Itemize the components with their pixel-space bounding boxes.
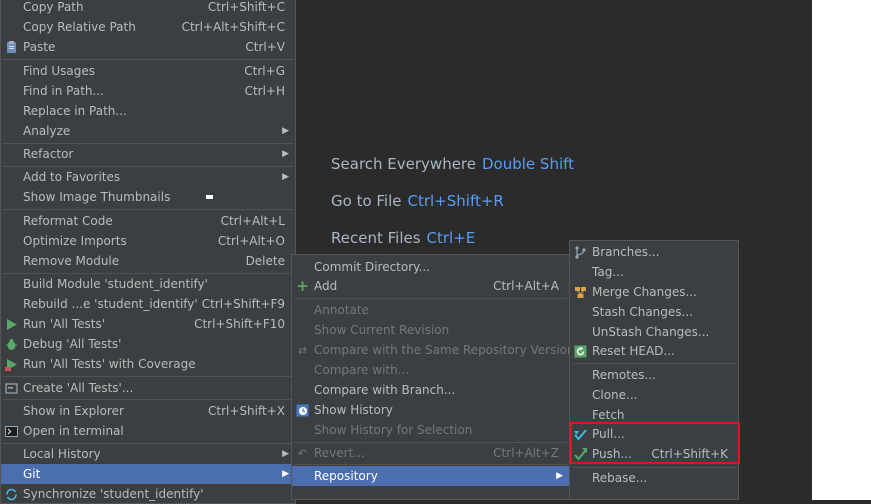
- test-config-icon: [5, 382, 18, 395]
- menu-item-rebase[interactable]: Rebase...: [570, 468, 738, 488]
- menu-item-annotate[interactable]: Annotate: [292, 300, 569, 320]
- menu-item-clone[interactable]: Clone...: [570, 385, 738, 405]
- sync-icon: [5, 488, 18, 501]
- menu-item-analyze[interactable]: Analyze ▶: [1, 121, 295, 141]
- hint-label: Recent Files: [331, 229, 421, 247]
- menu-item-build-module[interactable]: Build Module 'student_identify': [1, 274, 295, 294]
- menu-item-branches[interactable]: Branches...: [570, 242, 738, 262]
- menu-item-remove-module[interactable]: Remove Module Delete: [1, 251, 295, 271]
- submenu-arrow-icon: ▶: [282, 172, 289, 182]
- menu-item-open-in-terminal[interactable]: Open in terminal: [1, 421, 295, 441]
- git-submenu: Commit Directory... + Add Ctrl+Alt+A Anno…: [291, 254, 575, 500]
- branch-icon: [574, 246, 587, 259]
- terminal-icon: [5, 425, 18, 438]
- coverage-icon: [5, 358, 18, 371]
- hint-label: Go to File: [331, 192, 402, 210]
- cursor-marker-icon: [206, 195, 213, 199]
- menu-item-remotes[interactable]: Remotes...: [570, 365, 738, 385]
- compare-arrows-icon: ⇄: [297, 344, 308, 357]
- menu-item-create-all-tests[interactable]: Create 'All Tests'...: [1, 378, 295, 398]
- menu-item-refactor[interactable]: Refactor ▶: [1, 144, 295, 164]
- menu-item-merge-changes[interactable]: Merge Changes...: [570, 282, 738, 302]
- project-context-menu: Copy Path Ctrl+Shift+C Copy Relative Path…: [0, 0, 296, 504]
- menu-item-stash-changes[interactable]: Stash Changes...: [570, 302, 738, 322]
- menu-separator: [3, 59, 293, 60]
- menu-item-add-to-favorites[interactable]: Add to Favorites ▶: [1, 167, 295, 187]
- submenu-arrow-icon: ▶: [282, 149, 289, 159]
- menu-separator: [3, 376, 293, 377]
- menu-item-run-with-coverage[interactable]: Run 'All Tests' with Coverage: [1, 354, 295, 374]
- window-edge: [812, 0, 871, 500]
- menu-item-show-image-thumbnails[interactable]: Show Image Thumbnails: [1, 187, 295, 207]
- menu-item-local-history[interactable]: Local History ▶: [1, 444, 295, 464]
- menu-item-commit-directory[interactable]: Commit Directory...: [292, 257, 569, 277]
- menu-item-show-history-selection[interactable]: Show History for Selection: [292, 420, 569, 440]
- menu-item-show-current-revision[interactable]: Show Current Revision: [292, 320, 569, 340]
- submenu-arrow-icon: ▶: [556, 471, 563, 481]
- menu-separator: [572, 363, 736, 364]
- submenu-arrow-icon: ▶: [282, 126, 289, 136]
- menu-item-compare-with[interactable]: Compare with...: [292, 360, 569, 380]
- submenu-arrow-icon: ▶: [282, 449, 289, 459]
- menu-item-run-all-tests[interactable]: Run 'All Tests' Ctrl+Shift+F10: [1, 314, 295, 334]
- menu-item-repository[interactable]: Repository ▶: [292, 466, 569, 486]
- menu-separator: [294, 464, 567, 465]
- menu-item-optimize-imports[interactable]: Optimize Imports Ctrl+Alt+O: [1, 231, 295, 251]
- menu-item-reformat-code[interactable]: Reformat Code Ctrl+Alt+L: [1, 211, 295, 231]
- menu-item-revert[interactable]: ↶ Revert... Ctrl+Alt+Z: [292, 443, 569, 463]
- debug-bug-icon: [5, 338, 18, 351]
- hint-key: Double Shift: [482, 155, 575, 173]
- menu-separator: [294, 298, 567, 299]
- menu-item-compare-same-repo-version[interactable]: ⇄ Compare with the Same Repository Versi…: [292, 340, 575, 360]
- hint-key: Ctrl+Shift+R: [407, 192, 504, 210]
- hint-key: Ctrl+E: [426, 229, 476, 247]
- menu-item-find-in-path[interactable]: Find in Path... Ctrl+H: [1, 81, 295, 101]
- menu-item-synchronize[interactable]: Synchronize 'student_identify': [1, 484, 295, 504]
- menu-item-reset-head[interactable]: Reset HEAD...: [570, 341, 738, 361]
- menu-item-rebuild-module[interactable]: Rebuild ...e 'student_identify' Ctrl+Shif…: [1, 294, 295, 314]
- hint-label: Search Everywhere: [331, 155, 476, 173]
- merge-icon: [574, 286, 587, 299]
- submenu-arrow-icon: ▶: [282, 469, 289, 479]
- menu-separator: [3, 399, 293, 400]
- run-icon: [5, 318, 18, 331]
- menu-item-replace-in-path[interactable]: Replace in Path...: [1, 101, 295, 121]
- menu-separator: [3, 209, 293, 210]
- menu-item-git[interactable]: Git ▶: [1, 464, 295, 484]
- menu-item-tag[interactable]: Tag...: [570, 262, 738, 282]
- hint-recent-files: Recent Files Ctrl+E: [331, 229, 475, 247]
- menu-item-compare-with-branch[interactable]: Compare with Branch...: [292, 380, 569, 400]
- menu-item-paste[interactable]: Paste Ctrl+V: [1, 37, 295, 57]
- clipboard-icon: [5, 41, 18, 54]
- menu-item-find-usages[interactable]: Find Usages Ctrl+G: [1, 61, 295, 81]
- reset-icon: [574, 345, 587, 358]
- hint-search-everywhere: Search Everywhere Double Shift: [331, 155, 574, 173]
- revert-icon: ↶: [297, 447, 308, 460]
- menu-item-show-in-explorer[interactable]: Show in Explorer Ctrl+Shift+X: [1, 401, 295, 421]
- plus-icon: +: [296, 277, 309, 295]
- menu-item-add[interactable]: + Add Ctrl+Alt+A: [292, 276, 569, 296]
- menu-item-copy-path[interactable]: Copy Path Ctrl+Shift+C: [1, 0, 295, 17]
- menu-item-show-history[interactable]: Show History: [292, 400, 569, 420]
- history-clock-icon: [296, 404, 309, 417]
- menu-item-unstash-changes[interactable]: UnStash Changes...: [570, 322, 738, 342]
- menu-item-copy-relative-path[interactable]: Copy Relative Path Ctrl+Alt+Shift+C: [1, 17, 295, 37]
- pull-push-highlight: [570, 422, 740, 464]
- menu-item-debug-all-tests[interactable]: Debug 'All Tests': [1, 334, 295, 354]
- hint-go-to-file: Go to File Ctrl+Shift+R: [331, 192, 504, 210]
